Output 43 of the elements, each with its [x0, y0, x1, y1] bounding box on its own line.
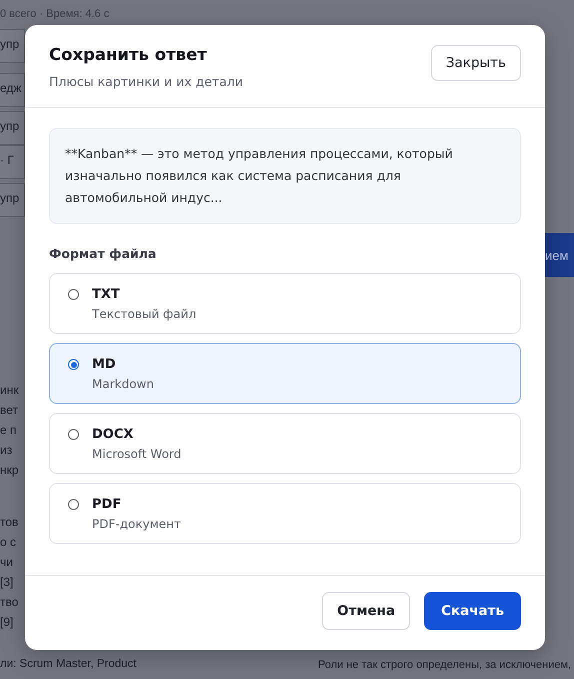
- text-fragment: упр: [0, 119, 20, 133]
- format-description: Markdown: [92, 377, 154, 391]
- format-name: TXT: [92, 286, 121, 304]
- download-button[interactable]: Скачать: [424, 592, 521, 630]
- table-cell: Роли не так строго определены, за исключением,: [318, 659, 572, 671]
- answer-preview: **Kanban** — это метод управления процессами, который изначально появился как система расписания для автомобильной индус...: [49, 128, 521, 224]
- text-fragment: · Г: [0, 153, 15, 167]
- radio-button[interactable]: [68, 499, 79, 510]
- text-fragment: о с: [0, 535, 18, 549]
- text-fragment: тво: [0, 595, 20, 609]
- format-name: MD: [92, 356, 117, 374]
- format-name: PDF: [92, 496, 122, 514]
- text-fragment: [9]: [0, 615, 14, 629]
- text-fragment: нкр: [0, 463, 20, 477]
- text-fragment: из: [0, 443, 14, 457]
- table-cell: ли: Scrum Master, Product: [0, 658, 136, 670]
- format-option[interactable]: TXT Текстовый файл: [49, 273, 521, 334]
- dialog-subtitle: Плюсы картинки и их детали: [49, 74, 243, 89]
- format-label: Формат файла: [49, 246, 158, 261]
- format-option[interactable]: DOCX Microsoft Word: [49, 413, 521, 474]
- dialog-title: Сохранить ответ: [49, 45, 208, 64]
- radio-button[interactable]: [68, 359, 79, 370]
- radio-button[interactable]: [68, 289, 79, 300]
- text-fragment: инк: [0, 383, 20, 397]
- text-fragment: тов: [0, 515, 20, 529]
- action-button[interactable]: ием: [545, 233, 574, 277]
- cancel-button[interactable]: Отмена: [322, 592, 410, 630]
- format-option[interactable]: PDF PDF-документ: [49, 483, 521, 544]
- text-fragment: е п: [0, 423, 18, 437]
- text-fragment: [3]: [0, 575, 14, 589]
- radio-button[interactable]: [68, 429, 79, 440]
- text-fragment: вет: [0, 403, 20, 417]
- format-description: Текстовый файл: [92, 307, 196, 321]
- format-name: DOCX: [92, 426, 134, 444]
- text-fragment: едж: [0, 81, 22, 95]
- text-fragment: упр: [0, 191, 20, 205]
- text-fragment: чи: [0, 555, 14, 569]
- status-text: 0 всего · Время: 4.6 с: [0, 8, 110, 20]
- format-option[interactable]: MD Markdown: [49, 343, 521, 404]
- format-description: PDF-документ: [92, 517, 181, 531]
- close-button[interactable]: Закрыть: [430, 45, 521, 81]
- text-fragment: упр: [0, 37, 20, 51]
- format-description: Microsoft Word: [92, 447, 182, 461]
